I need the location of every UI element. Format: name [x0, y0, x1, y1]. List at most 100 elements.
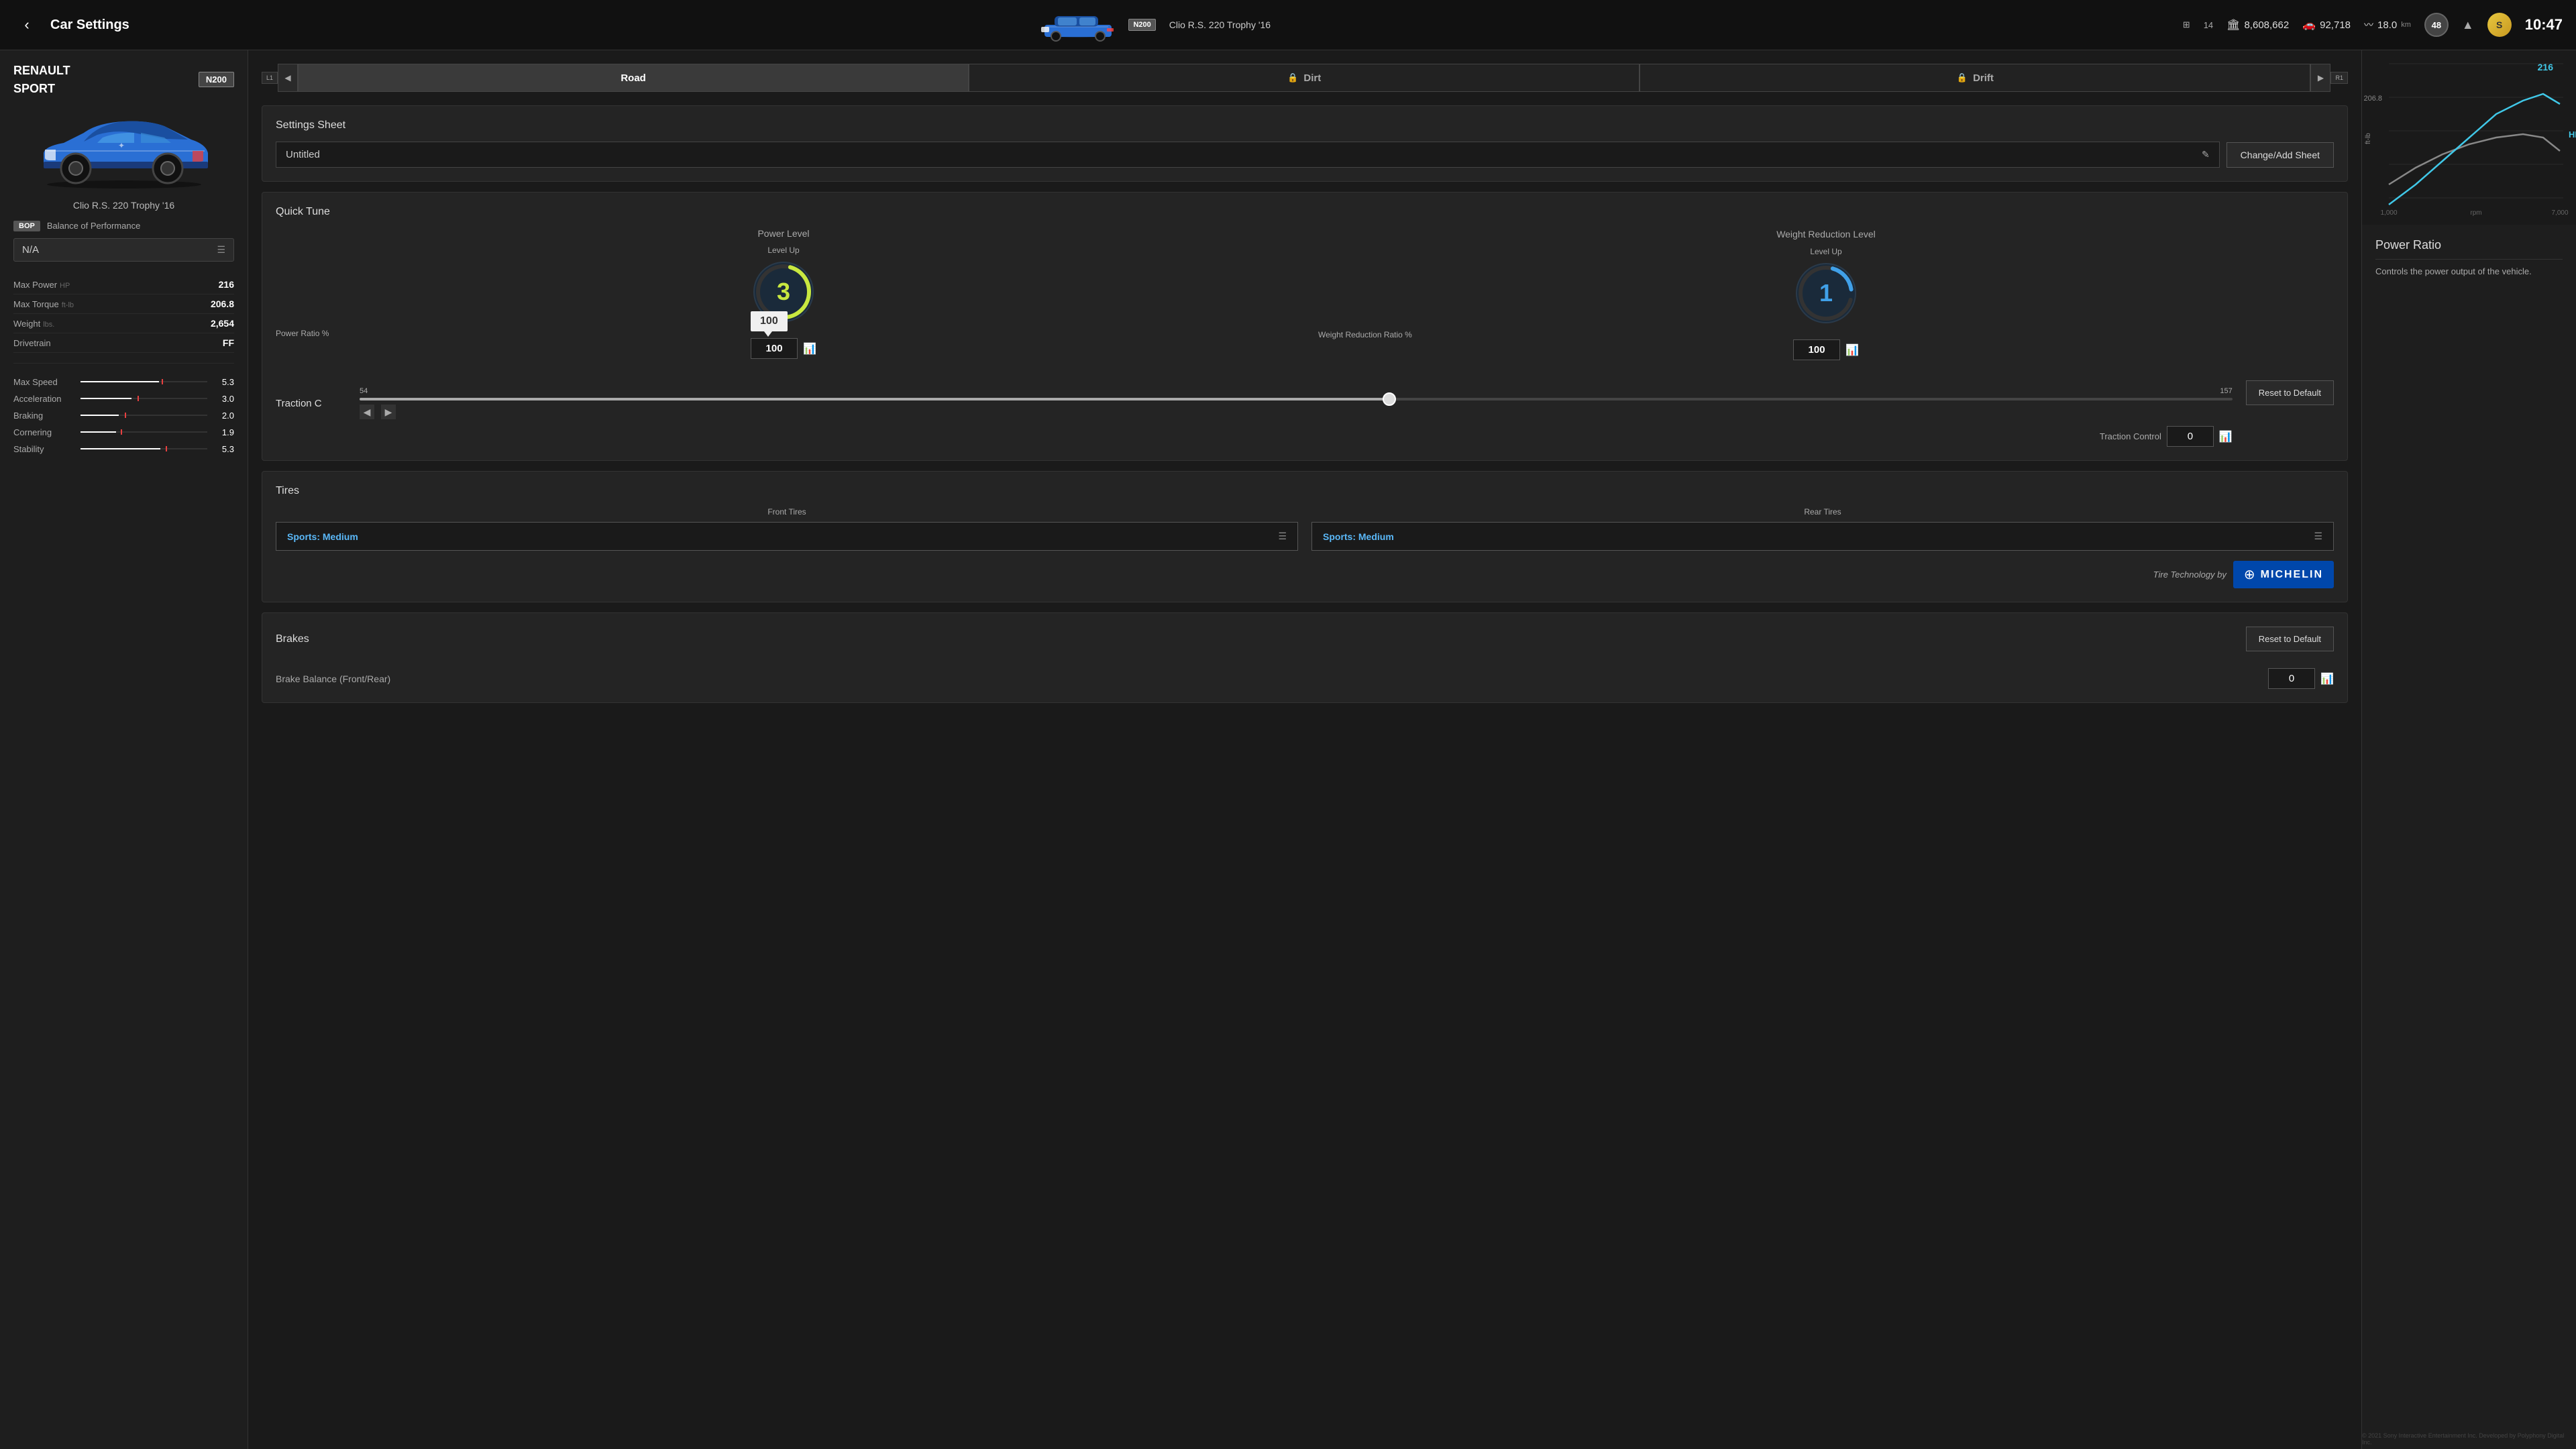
perf-value-acceleration: 3.0	[214, 394, 234, 404]
top-bar-right: ⊞ 14 🏛 8,608,662 🚗 92,718 〰 18.0 km 48 ▲…	[2183, 13, 2563, 37]
power-level-label: Power Level	[757, 228, 809, 239]
garage-count: 92,718	[2320, 19, 2351, 31]
tab-r1-label: R1	[2330, 72, 2348, 84]
garage-icon: 🚗	[2302, 18, 2316, 32]
slider-nav-left[interactable]: ◀	[360, 405, 374, 419]
sheet-row: Untitled ✎ Change/Add Sheet	[276, 142, 2334, 168]
bop-menu-icon[interactable]: ☰	[217, 244, 225, 256]
divider	[13, 363, 234, 364]
michelin-man-icon: ⊕	[2244, 566, 2255, 583]
slider-max-label: 157	[2220, 387, 2232, 395]
stat-name-max-power: Max Power	[13, 280, 57, 290]
slider-track[interactable]	[360, 398, 2233, 400]
stat-row-drivetrain: Drivetrain FF	[13, 333, 234, 353]
brakes-reset-button[interactable]: Reset to Default	[2246, 627, 2334, 651]
car-name-top: Clio R.S. 220 Trophy '16	[1169, 19, 1271, 30]
stat-name-weight: Weight	[13, 319, 40, 329]
distance-unit: km	[2401, 21, 2411, 29]
main-content: L1 ◀ Road 🔒 Dirt 🔒 Drift ▶ R1 Settings S…	[248, 50, 2361, 1449]
stat-unit-weight: lbs.	[43, 321, 54, 329]
stat-value-max-power: 216	[219, 279, 234, 290]
signal-up-icon: ▲	[2462, 18, 2474, 32]
front-tire-label: Front Tires	[276, 507, 1298, 517]
stat-value-weight: 2,654	[211, 318, 234, 329]
perf-bar-maxspeed	[80, 379, 207, 384]
perf-row-braking: Braking 2.0	[13, 407, 234, 424]
right-panel-title: Power Ratio	[2375, 238, 2563, 260]
rear-tire-menu-icon[interactable]: ☰	[2314, 531, 2322, 542]
weight-dial-value: 1	[1819, 279, 1833, 307]
stat-unit-max-torque: ft-lb	[62, 301, 74, 309]
n200-badge-top: N200	[1128, 19, 1155, 31]
brand-logo: RENAULT SPORT	[13, 64, 70, 96]
perf-bar-cornering	[80, 429, 207, 435]
avatar[interactable]: S	[2487, 13, 2512, 37]
brake-balance-label: Brake Balance (Front/Rear)	[276, 674, 390, 684]
tc-bar-icon[interactable]: 📊	[2219, 430, 2233, 443]
sidebar-header: RENAULT SPORT N200	[13, 64, 234, 96]
settings-sheet-title: Settings Sheet	[276, 119, 2334, 131]
weight-dial[interactable]: 1	[1792, 260, 1860, 327]
page-title: Car Settings	[50, 17, 129, 33]
stat-value-max-torque: 206.8	[211, 299, 234, 309]
perf-list: Max Speed 5.3 Acceleration 3.0 Braking	[13, 374, 234, 458]
tab-road[interactable]: Road	[298, 64, 969, 92]
perf-value-braking: 2.0	[214, 411, 234, 421]
weight-ratio-control: 100 📊	[1793, 339, 1859, 360]
sheet-name-value: Untitled	[286, 149, 320, 160]
slider-nav-right[interactable]: ▶	[381, 405, 396, 419]
weight-ratio-bar-icon[interactable]: 📊	[1845, 343, 1859, 357]
car-thumbnail	[1041, 8, 1115, 42]
slider-thumb[interactable]	[1383, 392, 1396, 406]
rear-tire-select[interactable]: Sports: Medium ☰	[1311, 522, 2334, 551]
slider-nav: ◀ ▶	[360, 405, 2233, 419]
copyright: © 2021 Sony Interactive Entertainment In…	[2362, 1432, 2569, 1446]
sheet-name-input[interactable]: Untitled ✎	[276, 142, 2220, 168]
brake-balance-bar-icon[interactable]: 📊	[2320, 672, 2334, 686]
chart-area: 216 206.8 HP ft-lb 1,000 rpm 7,000	[2362, 50, 2576, 225]
perf-value-stability: 5.3	[214, 444, 234, 454]
perf-name-acceleration: Acceleration	[13, 394, 74, 404]
michelin-logo: MICHELIN	[2261, 569, 2323, 581]
perf-row-maxspeed: Max Speed 5.3	[13, 374, 234, 390]
slider-range-labels: 54 157	[360, 387, 2233, 395]
bop-row: BOP Balance of Performance	[13, 221, 234, 231]
perf-bar-stability	[80, 446, 207, 451]
right-panel-description: Controls the power output of the vehicle…	[2375, 265, 2563, 278]
slider-fill	[360, 398, 1389, 400]
garage-display: 🚗 92,718	[2302, 18, 2351, 32]
wifi-bars: 14	[2204, 20, 2213, 30]
back-button[interactable]: ‹	[13, 11, 40, 38]
power-ratio-bar-icon[interactable]: 📊	[803, 342, 816, 356]
tab-dirt-label: Dirt	[1303, 72, 1321, 84]
change-sheet-button[interactable]: Change/Add Sheet	[2226, 142, 2334, 168]
stat-row-max-power: Max PowerHP 216	[13, 275, 234, 294]
brake-balance-value: 0	[2268, 668, 2315, 689]
back-icon: ‹	[24, 16, 29, 34]
tab-prev-button[interactable]: ◀	[278, 64, 298, 92]
wifi-icon: ⊞	[2183, 19, 2190, 30]
bop-value-row: N/A ☰	[13, 238, 234, 262]
tab-next-button[interactable]: ▶	[2310, 64, 2330, 92]
stat-row-weight: Weightlbs. 2,654	[13, 314, 234, 333]
top-bar-center: N200 Clio R.S. 220 Trophy '16	[129, 8, 2183, 42]
michelin-row: Tire Technology by ⊕ MICHELIN	[276, 561, 2334, 588]
front-tire-menu-icon[interactable]: ☰	[1278, 531, 1287, 542]
power-chart: 216 206.8 HP ft-lb 1,000 rpm 7,000	[2362, 50, 2576, 225]
tc-label: Traction Control	[2100, 431, 2161, 441]
brakes-title: Brakes	[276, 633, 309, 645]
credits-value: 8,608,662	[2244, 19, 2289, 31]
tab-dirt[interactable]: 🔒 Dirt	[969, 64, 1640, 92]
bop-badge: BOP	[13, 221, 40, 231]
weight-level-label: Weight Reduction Level	[1776, 228, 1876, 240]
car-svg: ✦	[30, 109, 218, 190]
tires-section: Tires Front Tires Sports: Medium ☰ Rear …	[262, 471, 2348, 602]
sheet-edit-icon[interactable]: ✎	[2202, 149, 2210, 160]
perf-row-cornering: Cornering 1.9	[13, 424, 234, 441]
tab-drift[interactable]: 🔒 Drift	[1640, 64, 2310, 92]
tab-drift-label: Drift	[1973, 72, 1994, 84]
tc-value-row: Traction Control 0 📊	[276, 426, 2233, 447]
front-tire-select[interactable]: Sports: Medium ☰	[276, 522, 1298, 551]
traction-reset-button[interactable]: Reset to Default	[2246, 380, 2334, 405]
traction-slider[interactable]: 54 157 ◀ ▶	[360, 387, 2233, 419]
